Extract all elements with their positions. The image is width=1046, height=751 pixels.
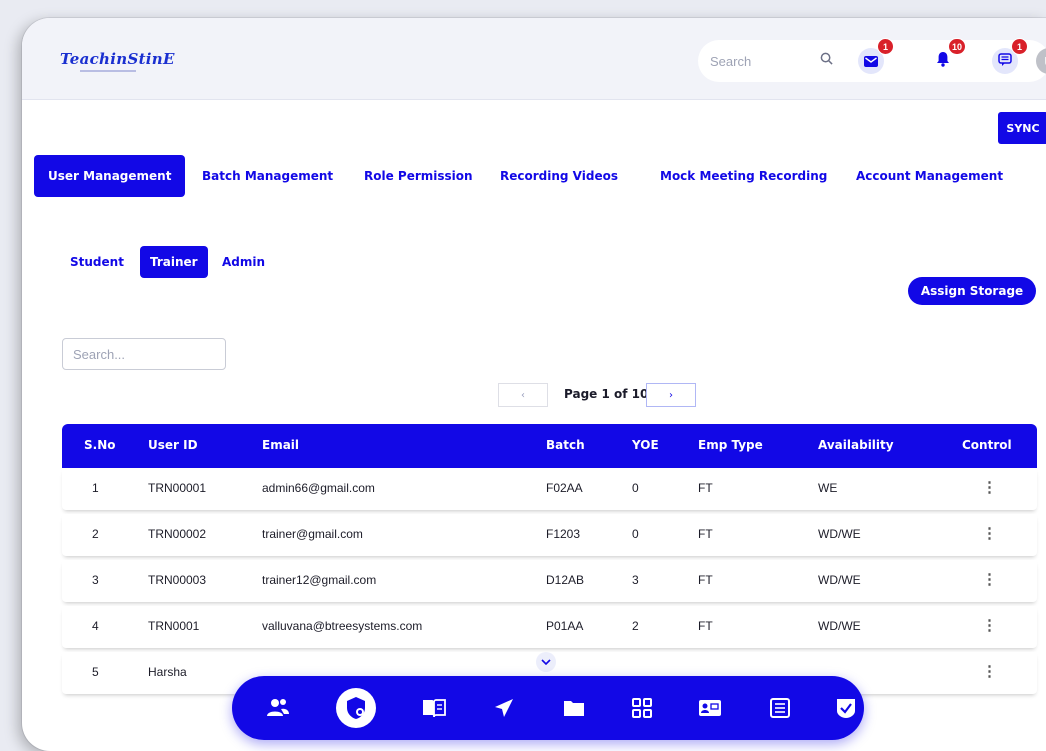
cell-user-id: TRN0001 (148, 619, 200, 633)
row-menu-icon[interactable]: ⋮ (982, 478, 997, 496)
next-page-button[interactable]: › (646, 383, 696, 407)
table-header: S.No User ID Email Batch YOE Emp Type Av… (62, 424, 1037, 468)
chevron-down-icon[interactable] (536, 652, 556, 672)
tab-batch-management[interactable]: Batch Management (202, 155, 333, 197)
tab-recording-videos[interactable]: Recording Videos (500, 155, 618, 197)
cell-yoe: 3 (632, 573, 639, 587)
mail-badge: 1 (877, 38, 894, 55)
prev-page-button[interactable]: ‹ (498, 383, 548, 407)
contact-card-icon[interactable] (694, 692, 726, 724)
user-avatar[interactable]: U (1036, 48, 1046, 74)
grid-icon[interactable] (626, 692, 658, 724)
col-emp-type: Emp Type (698, 438, 763, 452)
cell-availability: WD/WE (818, 527, 861, 541)
table-row[interactable]: 2 TRN00002 trainer@gmail.com F1203 0 FT … (62, 514, 1037, 556)
col-email: Email (262, 438, 300, 452)
cell-email: trainer@gmail.com (262, 527, 363, 541)
assign-storage-button[interactable]: Assign Storage (908, 277, 1036, 305)
tab-role-permission[interactable]: Role Permission (364, 155, 473, 197)
col-yoe: YOE (632, 438, 659, 452)
sync-button[interactable]: SYNC (998, 112, 1046, 144)
row-menu-icon[interactable]: ⋮ (982, 616, 997, 634)
col-control: Control (962, 438, 1012, 452)
tab-mock-meeting-recording[interactable]: Mock Meeting Recording (660, 155, 827, 197)
mail-icon (864, 52, 878, 71)
col-availability: Availability (818, 438, 894, 452)
shield-user-icon[interactable] (336, 688, 376, 728)
row-menu-icon[interactable]: ⋮ (982, 662, 997, 680)
bottom-dock (232, 676, 864, 740)
cell-yoe: 2 (632, 619, 639, 633)
bell-icon (936, 51, 950, 71)
cell-yoe: 0 (632, 481, 639, 495)
mail-button[interactable]: 1 (858, 38, 894, 74)
top-bar: TeachinStinE 1 10 (22, 18, 1046, 100)
header-search-bar: 1 10 1 U (698, 38, 1046, 82)
cell-availability: WD/WE (818, 573, 861, 587)
tab-account-management[interactable]: Account Management (856, 155, 1003, 197)
notifications-badge: 10 (947, 38, 966, 55)
folder-icon[interactable] (558, 692, 590, 724)
cell-user-id: TRN00001 (148, 481, 207, 495)
cell-availability: WD/WE (818, 619, 861, 633)
check-shield-icon[interactable] (830, 692, 862, 724)
cell-emp-type: FT (698, 619, 713, 633)
subtab-trainer[interactable]: Trainer (140, 246, 208, 278)
logo-tagline-line (80, 70, 136, 72)
cell-emp-type: FT (698, 573, 713, 587)
chat-icon (998, 52, 1012, 71)
tab-user-management[interactable]: User Management (34, 155, 186, 197)
cell-sno: 4 (92, 619, 99, 633)
table-search-input[interactable] (62, 338, 226, 370)
book-icon[interactable] (418, 692, 450, 724)
row-menu-icon[interactable]: ⋮ (982, 570, 997, 588)
table-row[interactable]: 4 TRN0001 valluvana@btreesystems.com P01… (62, 606, 1037, 648)
cell-sno: 1 (92, 481, 99, 495)
cell-sno: 5 (92, 665, 99, 679)
cell-emp-type: FT (698, 527, 713, 541)
cell-email: valluvana@btreesystems.com (262, 619, 423, 633)
subtab-student[interactable]: Student (70, 246, 124, 278)
users-icon[interactable] (262, 692, 294, 724)
messages-button[interactable]: 1 (992, 38, 1028, 74)
app-frame: TeachinStinE 1 10 (22, 18, 1046, 751)
table-row[interactable]: 1 TRN00001 admin66@gmail.com F02AA 0 FT … (62, 468, 1037, 510)
cell-user-id: Harsha (148, 665, 187, 679)
cell-batch: F02AA (546, 481, 583, 495)
brand-logo[interactable]: TeachinStinE (60, 50, 175, 68)
cell-batch: D12AB (546, 573, 585, 587)
cell-sno: 2 (92, 527, 99, 541)
search-icon[interactable] (820, 52, 833, 69)
cell-availability: WE (818, 481, 838, 495)
cell-user-id: TRN00002 (148, 527, 207, 541)
notifications-button[interactable]: 10 (930, 38, 966, 74)
col-user-id: User ID (148, 438, 198, 452)
row-menu-icon[interactable]: ⋮ (982, 524, 997, 542)
subtab-admin[interactable]: Admin (222, 246, 265, 278)
col-sno: S.No (84, 438, 116, 452)
messages-badge: 1 (1011, 38, 1028, 55)
header-search-input[interactable] (710, 47, 810, 75)
cell-batch: F1203 (546, 527, 581, 541)
send-icon[interactable] (488, 692, 520, 724)
cell-user-id: TRN00003 (148, 573, 207, 587)
cell-emp-type: FT (698, 481, 713, 495)
cell-yoe: 0 (632, 527, 639, 541)
cell-batch: P01AA (546, 619, 584, 633)
cell-sno: 3 (92, 573, 99, 587)
list-icon[interactable] (764, 692, 796, 724)
cell-email: admin66@gmail.com (262, 481, 375, 495)
table-row[interactable]: 3 TRN00003 trainer12@gmail.com D12AB 3 F… (62, 560, 1037, 602)
page-indicator: Page 1 of 10 (564, 387, 649, 401)
cell-email: trainer12@gmail.com (262, 573, 377, 587)
col-batch: Batch (546, 438, 585, 452)
